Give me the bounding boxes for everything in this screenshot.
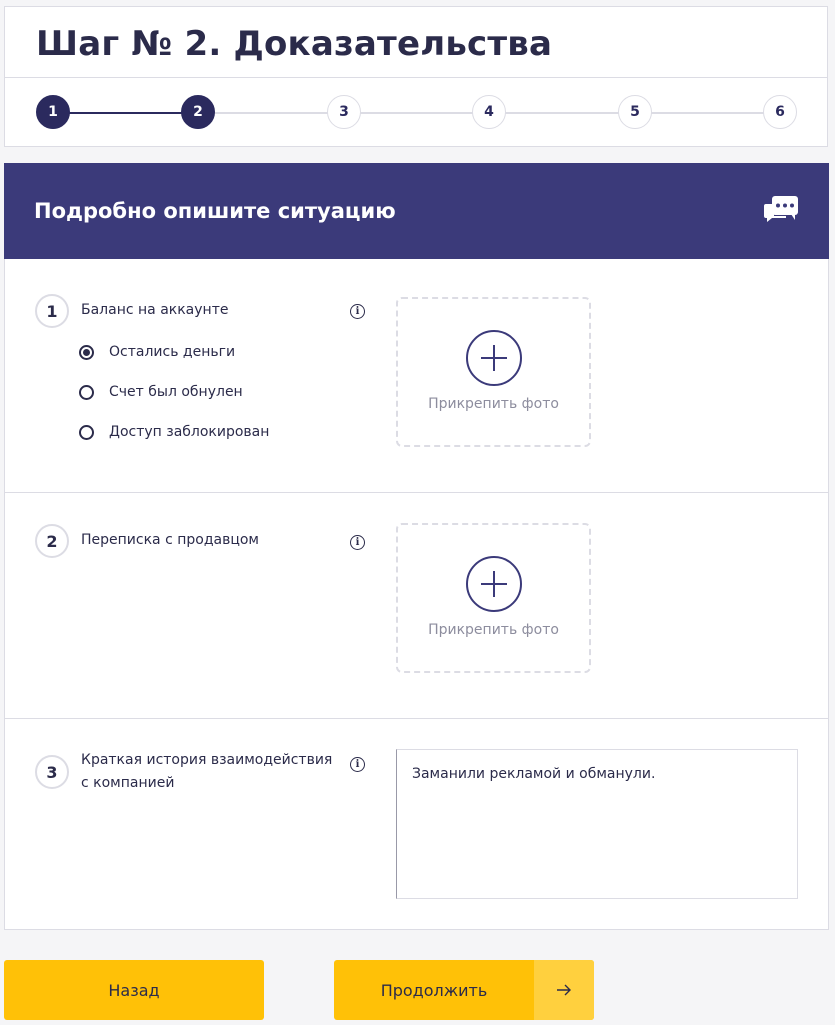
step-1[interactable]: 1 xyxy=(36,95,70,129)
question-number: 1 xyxy=(35,294,69,328)
info-icon[interactable]: i xyxy=(350,304,365,319)
question-label-line-1: Краткая история взаимодействия xyxy=(81,752,333,768)
banner-title: Подробно опишите ситуацию xyxy=(34,199,396,223)
history-textarea[interactable]: Заманили рекламой и обманули. xyxy=(396,749,798,899)
radio-label: Доступ заблокирован xyxy=(109,424,270,440)
question-balance: 1 Баланс на аккаунте i Остались деньги С… xyxy=(5,259,828,493)
evidence-form: 1 Баланс на аккаунте i Остались деньги С… xyxy=(4,259,829,930)
question-label: Баланс на аккаунте xyxy=(81,302,229,318)
step-4[interactable]: 4 xyxy=(472,95,506,129)
arrow-right-icon xyxy=(534,960,594,1020)
stepper-track-completed xyxy=(53,112,199,114)
radio-option-balance-zeroed[interactable]: Счет был обнулен xyxy=(79,384,243,400)
info-icon[interactable]: i xyxy=(350,535,365,550)
photo-upload-area[interactable]: Прикрепить фото xyxy=(396,523,591,673)
info-icon[interactable]: i xyxy=(350,757,365,772)
question-label: Переписка с продавцом xyxy=(81,532,259,548)
back-button[interactable]: Назад xyxy=(4,960,264,1020)
question-history: 3 Краткая история взаимодействия с компа… xyxy=(5,719,828,929)
photo-upload-area[interactable]: Прикрепить фото xyxy=(396,297,591,447)
question-number: 3 xyxy=(35,755,69,789)
plus-icon xyxy=(466,556,522,612)
radio-checked-icon[interactable] xyxy=(79,344,94,360)
continue-button-label: Продолжить xyxy=(380,980,488,1000)
radio-label: Счет был обнулен xyxy=(109,384,243,400)
radio-option-money-left[interactable]: Остались деньги xyxy=(79,344,235,360)
radio-unchecked-icon[interactable] xyxy=(79,384,94,400)
radio-option-access-blocked[interactable]: Доступ заблокирован xyxy=(79,424,269,440)
step-header-card: Шаг № 2. Доказательства 1 2 3 4 5 6 xyxy=(4,6,828,147)
chat-bubbles-icon xyxy=(764,196,798,222)
radio-unchecked-icon[interactable] xyxy=(79,424,94,440)
question-correspondence: 2 Переписка с продавцом i Прикрепить фот… xyxy=(5,493,828,719)
section-banner: Подробно опишите ситуацию xyxy=(4,163,829,259)
upload-label: Прикрепить фото xyxy=(428,396,559,412)
step-6[interactable]: 6 xyxy=(763,95,797,129)
progress-stepper: 1 2 3 4 5 6 xyxy=(5,77,827,147)
radio-label: Остались деньги xyxy=(109,344,236,360)
step-2[interactable]: 2 xyxy=(181,95,215,129)
step-3[interactable]: 3 xyxy=(327,95,361,129)
question-label: Краткая история взаимодействия с компани… xyxy=(81,749,332,795)
page-title: Шаг № 2. Доказательства xyxy=(36,24,553,64)
continue-button[interactable]: Продолжить xyxy=(334,960,594,1020)
question-number: 2 xyxy=(35,524,69,558)
step-5[interactable]: 5 xyxy=(618,95,652,129)
question-label-line-2: с компанией xyxy=(81,775,175,791)
upload-label: Прикрепить фото xyxy=(428,622,559,638)
plus-icon xyxy=(466,330,522,386)
